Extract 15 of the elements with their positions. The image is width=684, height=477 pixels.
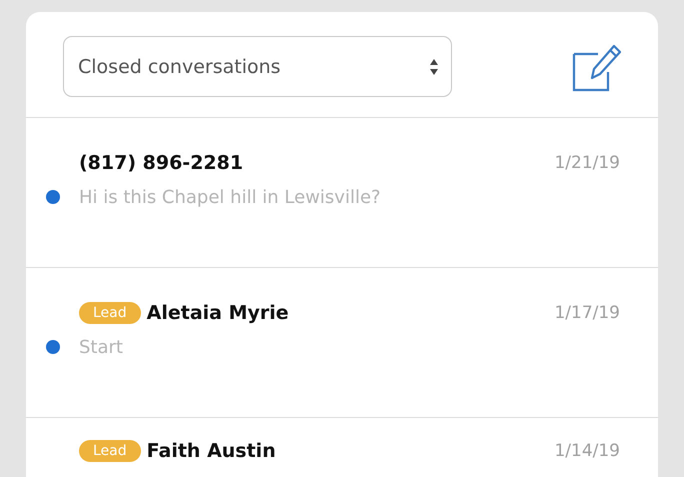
lead-badge: Lead <box>79 302 141 324</box>
conversation-item[interactable]: Lead Faith Austin 1/14/19 <box>26 418 658 477</box>
conversation-item[interactable]: (817) 896-2281 1/21/19 Hi is this Chapel hill in Lewisville? <box>26 118 658 268</box>
conversation-item[interactable]: Lead Aletaia Myrie 1/17/19 Start <box>26 268 658 418</box>
contact-name: (817) 896-2281 <box>79 152 244 174</box>
conversation-date: 1/21/19 <box>554 153 620 173</box>
message-preview: Hi is this Chapel hill in Lewisville? <box>79 186 382 208</box>
conversation-date: 1/17/19 <box>554 303 620 323</box>
message-preview: Start <box>79 336 124 358</box>
lead-badge: Lead <box>79 440 141 462</box>
conversation-filter-dropdown[interactable]: Closed conversations <box>63 36 452 97</box>
conversation-date: 1/14/19 <box>554 441 620 461</box>
contact-name: Faith Austin <box>146 440 276 462</box>
contact-name: Aletaia Myrie <box>146 302 289 324</box>
sort-arrows-icon <box>429 58 439 76</box>
